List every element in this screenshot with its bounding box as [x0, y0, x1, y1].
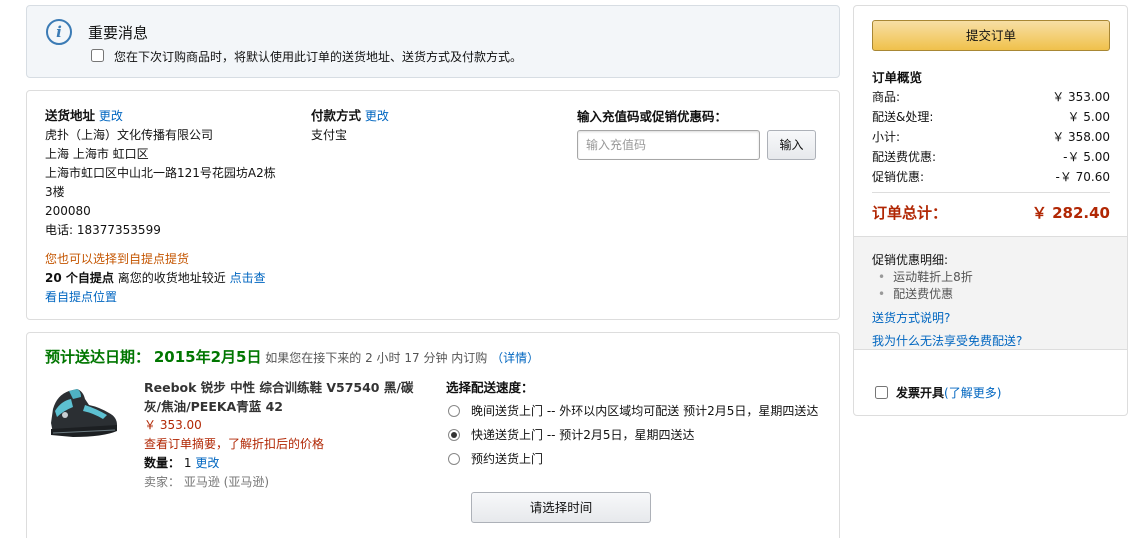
free-shipping-info-link[interactable]: 我为什么无法享受免费配送?: [872, 332, 1022, 349]
discount-note: 查看订单摘要，了解折扣后的价格: [144, 437, 325, 451]
summary-row-label: 配送&处理:: [872, 110, 934, 124]
address-line: 3楼: [45, 185, 65, 199]
delivery-condition: 如果您在接下来的 2 小时 17 分钟 内订购: [265, 351, 488, 365]
summary-row: 配送&处理: ￥ 5.00: [872, 108, 1110, 125]
summary-row-label: 配送费优惠:: [872, 150, 937, 164]
item-details: Reebok 锐步 中性 综合训练鞋 V57540 黑/碳灰/焦油/PEEKA青…: [144, 378, 424, 492]
invoice-label: 发票开具: [896, 386, 945, 400]
speed-option-label: 晚间送货上门 -- 外环以内区域均可配送 预计2月5日，星期四送达: [471, 404, 819, 418]
address-payment-section: 送货地址 更改 虎扑（上海）文化传播有限公司 上海 上海市 虹口区 上海市虹口区…: [26, 90, 840, 320]
learn-more-link[interactable]: (了解更多): [944, 386, 1001, 400]
summary-row-value: ￥ 5.00: [1067, 110, 1110, 124]
summary-row: 商品: ￥ 353.00: [872, 88, 1110, 105]
pickup-count: 20 个自提点: [45, 271, 114, 285]
promo-code-area: 输入充值码或促销优惠码： 输入充值码 输入: [577, 106, 816, 160]
payment-method: 付款方式 更改 支付宝: [311, 106, 389, 145]
delivery-date: 2015年2月5日: [153, 348, 262, 366]
postal-code: 200080: [45, 204, 91, 218]
details-link[interactable]: （详情）: [491, 351, 539, 365]
promo-code-input[interactable]: 输入充值码: [577, 130, 760, 160]
address-line: 上海 上海市 虹口区: [45, 147, 149, 161]
item-price: ￥ 353.00: [144, 418, 202, 432]
total-label: 订单总计：: [872, 204, 948, 222]
view-pickup-link[interactable]: 点击查: [230, 271, 266, 285]
order-summary: 提交订单 订单概览 商品: ￥ 353.00 配送&处理: ￥ 5.00 小计:…: [853, 5, 1128, 416]
select-time-button[interactable]: 请选择时间: [471, 492, 651, 523]
speed-option-label: 预约送货上门: [471, 452, 544, 466]
change-payment-link[interactable]: 更改: [365, 109, 389, 123]
order-total: 订单总计： ￥ 282.40: [872, 202, 1110, 223]
submit-order-button[interactable]: 提交订单: [872, 20, 1110, 51]
pickup-section: 您也可以选择到自提点提货 20 个自提点 离您的收货地址较近 点击查 看自提点位…: [45, 250, 266, 307]
promo-label: 输入充值码或促销优惠码：: [577, 109, 728, 124]
delivery-header: 预计送达日期： 2015年2月5日 如果您在接下来的 2 小时 17 分钟 内订…: [45, 346, 539, 367]
speed-label: 选择配送速度：: [446, 380, 534, 395]
phone: 电话: 18377353599: [45, 223, 161, 237]
promo-detail: 促销优惠明细: 运动鞋折上8折 配送费优惠: [872, 252, 973, 303]
info-icon: i: [46, 19, 72, 45]
radio-button[interactable]: [448, 453, 460, 465]
payment-value: 支付宝: [311, 128, 348, 142]
speed-option-scheduled[interactable]: 预约送货上门: [446, 450, 826, 469]
shipping-speed: 选择配送速度： 晚间送货上门 -- 外环以内区域均可配送 预计2月5日，星期四送…: [446, 378, 826, 469]
speed-option-express[interactable]: 快递送货上门 -- 预计2月5日，星期四送达: [446, 426, 826, 445]
promo-detail-title: 促销优惠明细:: [872, 253, 949, 267]
payment-label: 付款方式: [311, 108, 362, 123]
summary-title: 订单概览: [872, 70, 923, 85]
change-address-link[interactable]: 更改: [99, 109, 123, 123]
promo-detail-item: 运动鞋折上8折: [878, 269, 973, 286]
summary-row: 配送费优惠: -￥ 5.00: [872, 148, 1110, 165]
delivery-label: 预计送达日期：: [45, 348, 151, 366]
total-value: ￥ 282.40: [1031, 204, 1110, 222]
promo-detail-item: 配送费优惠: [878, 286, 973, 303]
seller-value: 亚马逊 (亚马逊): [183, 475, 270, 489]
address-line: 上海市虹口区中山北一路121号花园坊A2栋: [45, 166, 276, 180]
notice-title: 重要消息: [88, 24, 149, 42]
item-title: Reebok 锐步 中性 综合训练鞋 V57540 黑/碳灰/焦油/PEEKA青…: [144, 380, 414, 414]
seller-label: 卖家：: [144, 475, 181, 489]
summary-row-value: -￥ 5.00: [1063, 150, 1110, 164]
summary-row-value: ￥ 353.00: [1052, 90, 1110, 104]
shipping-address: 送货地址 更改 虎扑（上海）文化传播有限公司 上海 上海市 虹口区 上海市虹口区…: [45, 106, 295, 240]
summary-row: 促销优惠: -￥ 70.60: [872, 168, 1110, 185]
summary-row-label: 商品:: [872, 90, 901, 104]
summary-row-value: ￥ 358.00: [1052, 130, 1110, 144]
summary-row-label: 小计:: [872, 130, 901, 144]
notice-checkbox-label: 您在下次订购商品时，将默认使用此订单的送货地址、送货方式及付款方式。: [114, 50, 523, 64]
radio-button-selected[interactable]: [448, 429, 460, 441]
divider: [872, 192, 1110, 193]
speed-option-label: 快递送货上门 -- 预计2月5日，星期四送达: [471, 428, 695, 442]
summary-row-value: -￥ 70.60: [1055, 170, 1111, 184]
shipping-label: 送货地址: [45, 108, 96, 123]
speed-option-evening[interactable]: 晚间送货上门 -- 外环以内区域均可配送 预计2月5日，星期四送达: [446, 402, 826, 421]
summary-row-label: 促销优惠:: [872, 170, 925, 184]
pickup-location-link[interactable]: 看自提点位置: [45, 290, 117, 304]
change-quantity-link[interactable]: 更改: [195, 456, 219, 470]
pickup-near-text: 离您的收货地址较近: [117, 271, 226, 285]
address-line: 虎扑（上海）文化传播有限公司: [45, 128, 214, 142]
apply-promo-button[interactable]: 输入: [767, 130, 816, 160]
invoice-checkbox[interactable]: [875, 386, 888, 399]
pickup-hint: 您也可以选择到自提点提货: [45, 252, 190, 266]
quantity-value: 1: [183, 456, 192, 470]
shipping-info-link[interactable]: 送货方式说明?: [872, 309, 950, 326]
important-notice: i 重要消息 您在下次订购商品时，将默认使用此订单的送货地址、送货方式及付款方式…: [26, 5, 840, 78]
sneaker-image: [51, 389, 117, 437]
quantity-label: 数量：: [144, 456, 181, 470]
summary-row: 小计: ￥ 358.00: [872, 128, 1110, 145]
default-settings-checkbox[interactable]: [91, 49, 104, 62]
radio-button[interactable]: [448, 405, 460, 417]
delivery-section: 预计送达日期： 2015年2月5日 如果您在接下来的 2 小时 17 分钟 内订…: [26, 332, 840, 538]
